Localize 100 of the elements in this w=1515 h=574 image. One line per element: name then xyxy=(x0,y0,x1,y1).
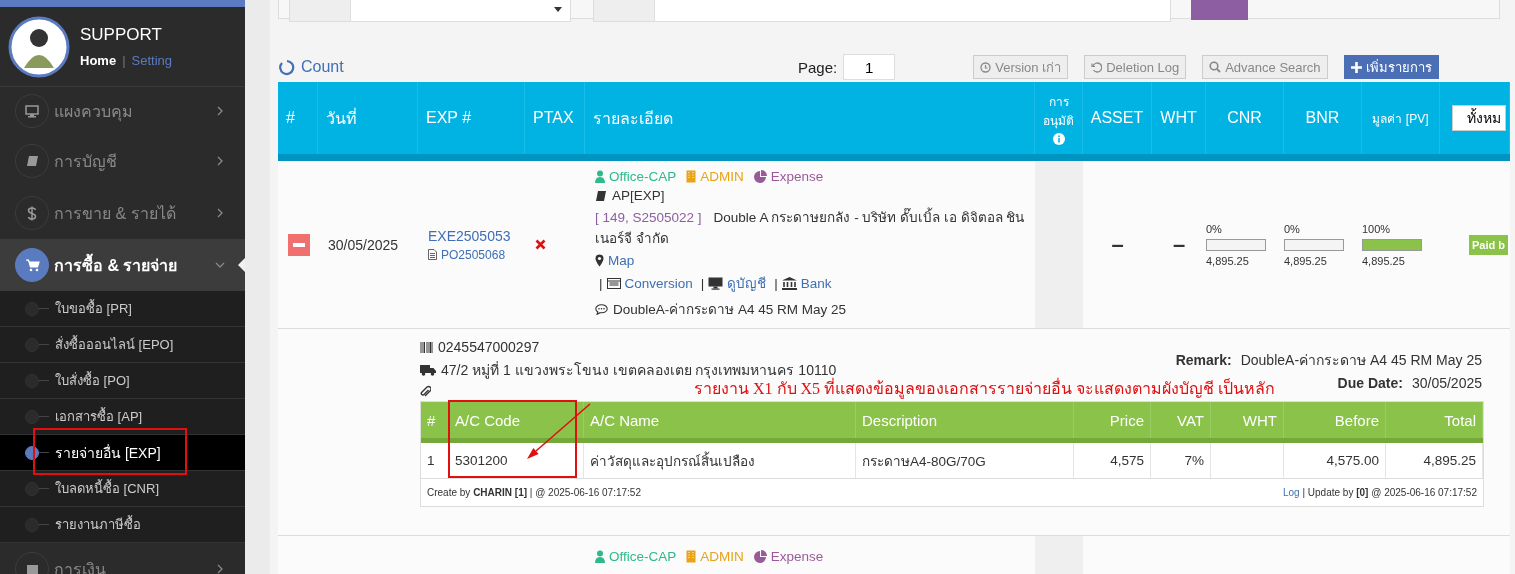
amount-label: 4,895.25 xyxy=(1284,254,1327,267)
submenu-item[interactable]: รายงานภาษีซื้อ xyxy=(0,507,245,543)
po-link[interactable]: PO2505068 xyxy=(428,247,506,262)
separator: | xyxy=(599,275,603,291)
table-cell: 7% xyxy=(1151,443,1211,478)
action-link[interactable]: Bank xyxy=(781,275,832,291)
dollar-icon xyxy=(27,205,37,221)
home-link[interactable]: Home xyxy=(80,53,117,68)
table-cell: 4,575.00 xyxy=(1284,443,1386,478)
tag: Expense xyxy=(753,169,824,184)
percent-label: 0% xyxy=(1206,222,1222,235)
history-icon xyxy=(1091,61,1103,73)
amount-label: 4,895.25 xyxy=(1362,254,1405,267)
comment-text: DoubleA-ค่ากระดาษ A4 45 RM May 25 xyxy=(595,298,847,320)
updated-info: | Update by [0] @ 2025-06-16 07:17:52 xyxy=(1302,487,1477,498)
separator: | xyxy=(122,53,126,68)
table-cell: 4,895.25 xyxy=(1386,443,1483,478)
document-icon xyxy=(428,249,437,260)
created-info: Create by CHARIN [1] | @ 2025-06-16 07:17:52 xyxy=(427,487,641,498)
menu-item[interactable]: การซื้อ & รายจ่าย xyxy=(0,239,245,291)
tax-id: 0245547000297 xyxy=(420,339,837,355)
bank-icon xyxy=(781,276,797,290)
tag: Office-CAP xyxy=(595,169,677,184)
person-icon xyxy=(595,170,605,183)
tag: ADMIN xyxy=(686,169,744,184)
paperclip-icon xyxy=(420,385,431,398)
page-label: Page: xyxy=(798,58,838,76)
remark-label: Remark: xyxy=(1175,352,1232,368)
search-icon xyxy=(1209,61,1222,73)
document-link[interactable]: EXE2505053 xyxy=(428,227,511,244)
count-link[interactable]: Count xyxy=(278,58,798,76)
action-link[interactable]: Conversion xyxy=(606,275,693,291)
tag: ADMIN xyxy=(686,549,744,564)
map-link[interactable]: Map xyxy=(595,253,635,268)
menu-item[interactable]: การบัญชี xyxy=(0,135,245,187)
table-cell: 1 xyxy=(421,443,449,478)
barcode-icon xyxy=(420,341,433,353)
submenu-item[interactable]: สั่งซื้อออนไลน์ [EPO] xyxy=(0,327,245,363)
separator: | xyxy=(774,275,778,291)
add-button[interactable]: เพิ่มรายการ xyxy=(1343,55,1439,79)
annotation-text: รายงาน X1 กับ X5 ที่แสดงข้อมูลของเอกสารรายจ่ายอื่น จะแสดงตามผังบัญชี เป็นหลัก xyxy=(694,378,1276,401)
date-cell-text: 30/05/2025 xyxy=(327,235,400,255)
tag: Expense xyxy=(753,549,824,564)
toolbar-button[interactable]: Advance Search xyxy=(1202,55,1328,79)
table-icon xyxy=(606,277,621,289)
truck-icon xyxy=(420,364,436,376)
avatar-icon xyxy=(8,15,70,78)
user-name: SUPPORT xyxy=(80,25,163,45)
status-badge: Paid b xyxy=(1469,234,1508,255)
submenu-item[interactable]: ใบลดหนี้ซื้อ [CNR] xyxy=(0,471,245,507)
chevron-icon xyxy=(215,260,225,270)
chevron-icon xyxy=(215,106,225,116)
info-icon xyxy=(1052,132,1065,145)
toolbar-button[interactable]: Version เก่า xyxy=(973,55,1069,79)
building-icon xyxy=(686,170,697,183)
submenu-item[interactable]: ใบขอซื้อ [PR] xyxy=(0,291,245,327)
submenu-item[interactable]: รายจ่ายอื่น [EXP] xyxy=(0,435,245,471)
building-icon xyxy=(686,550,697,563)
map-pin-icon xyxy=(595,254,604,267)
pie-chart-icon xyxy=(753,170,767,183)
vendor-description: [ 149, S2505022 ] Double A กระดาษยกลัง - บริษัท ดั๊บเบิ้ล เอ ดิจิตอล ชินเนอร์จี จำกัด xyxy=(595,207,1035,249)
progress-bar xyxy=(1362,238,1422,251)
plus-icon xyxy=(1350,61,1362,73)
person-icon xyxy=(595,550,605,563)
due-date-value: 30/05/2025 xyxy=(1411,375,1482,391)
menu-item[interactable]: แผงควบคุม xyxy=(0,87,245,135)
percent-label: 100% xyxy=(1362,222,1391,235)
setting-link[interactable]: Setting xyxy=(131,53,172,68)
chevron-icon xyxy=(215,208,225,218)
wht-value: – xyxy=(1171,230,1187,259)
caret-icon xyxy=(554,7,562,12)
chevron-icon xyxy=(215,156,225,166)
monitor-icon xyxy=(25,104,39,118)
submenu-item[interactable]: เอกสารซื้อ [AP] xyxy=(0,399,245,435)
percent-label: 0% xyxy=(1284,222,1300,235)
filter-select[interactable]: ทั้งหม xyxy=(1452,105,1506,131)
table-cell: ค่าวัสดุและอุปกรณ์สิ้นเปลือง xyxy=(584,443,856,478)
speech-bubble-icon xyxy=(595,303,608,315)
collapse-button[interactable] xyxy=(288,233,310,256)
document-type: AP[EXP] xyxy=(595,188,665,203)
amount-label: 4,895.25 xyxy=(1206,254,1249,267)
separator: | xyxy=(700,275,705,291)
asset-value: – xyxy=(1110,230,1125,259)
submenu-item[interactable]: ใบสั่งซื้อ [PO] xyxy=(0,363,245,399)
table-cell: กระดาษA4-80G/70G xyxy=(856,443,1074,478)
cart-icon xyxy=(24,258,40,272)
toolbar-button[interactable]: Deletion Log xyxy=(1084,55,1187,79)
due-date-label: Due Date: xyxy=(1337,375,1403,391)
action-link[interactable]: ดูบัญชี xyxy=(708,272,767,294)
refresh-icon xyxy=(278,58,295,76)
menu-item[interactable]: การเงิน xyxy=(0,543,245,574)
table-cell: 4,575 xyxy=(1074,443,1151,478)
chevron-icon xyxy=(215,564,225,574)
tag: Office-CAP xyxy=(595,549,677,564)
clock-icon xyxy=(980,61,992,73)
remark-text: DoubleA-ค่ากระดาษ A4 45 RM May 25 xyxy=(1240,351,1482,370)
page-input[interactable]: 1 xyxy=(843,54,896,80)
log-link[interactable]: Log xyxy=(1282,487,1300,498)
menu-item[interactable]: การขาย & รายได้ xyxy=(0,187,245,239)
monitor-icon xyxy=(708,276,724,290)
